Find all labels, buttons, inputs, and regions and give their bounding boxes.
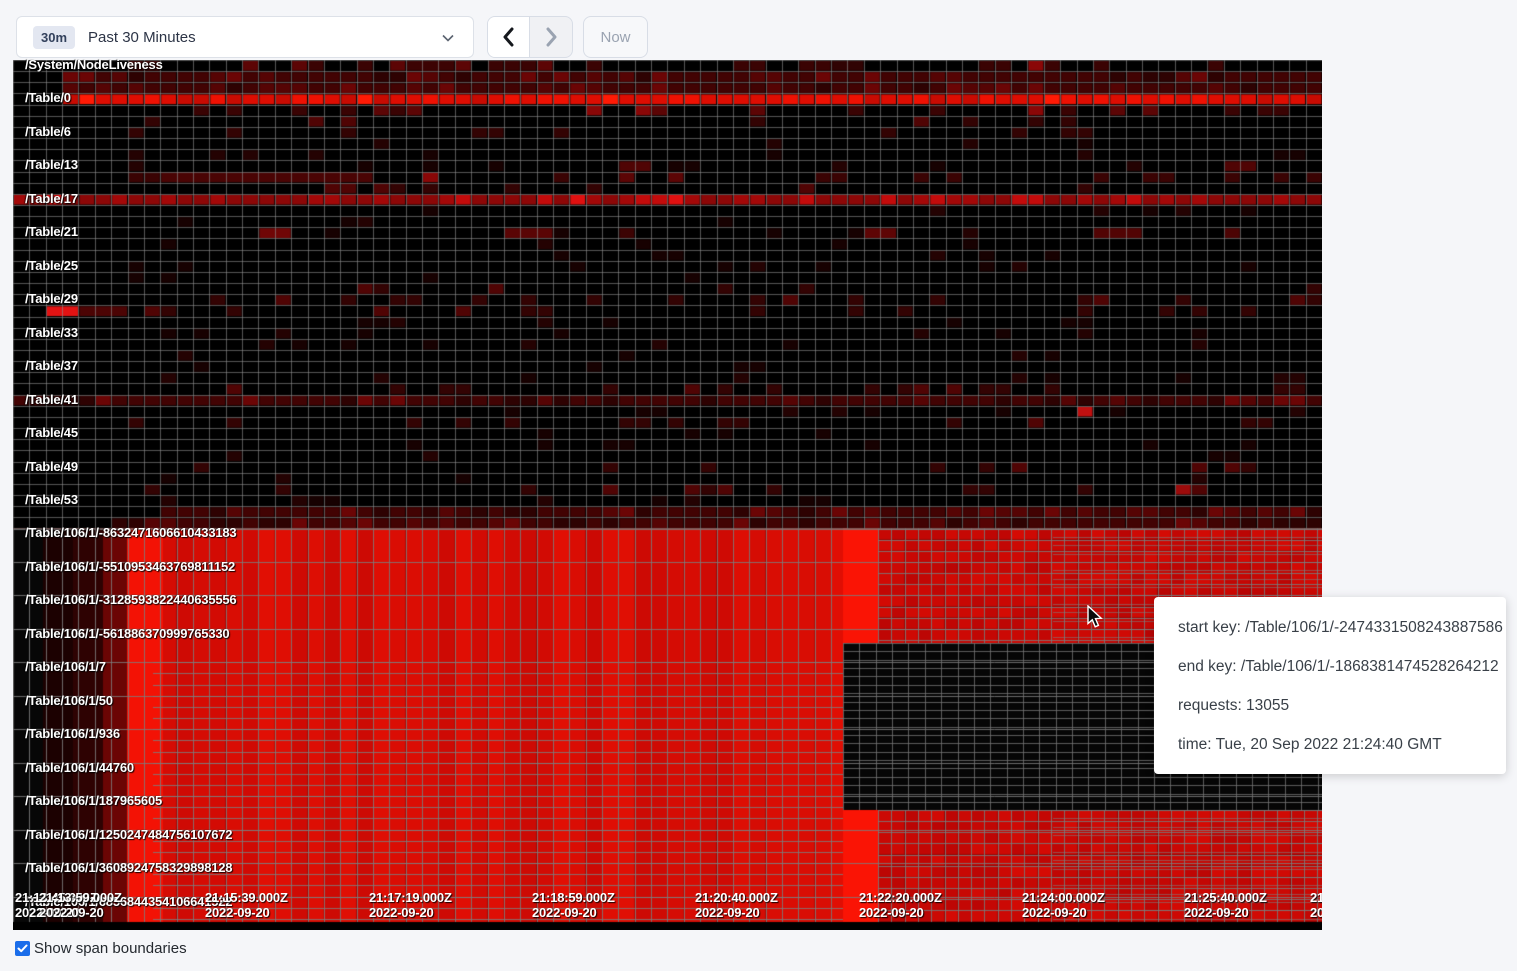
- next-time-button[interactable]: [530, 17, 572, 57]
- time-range-label: Past 30 Minutes: [88, 29, 196, 46]
- prev-time-button[interactable]: [488, 17, 530, 57]
- now-button[interactable]: Now: [583, 16, 648, 58]
- time-range-badge: 30m: [33, 26, 75, 49]
- hover-tooltip: start key: /Table/106/1/-247433150824388…: [1154, 597, 1506, 774]
- key-visualizer-page: 30m Past 30 Minutes Now /System/NodeLive…: [0, 0, 1517, 971]
- chevron-down-icon: [441, 31, 455, 45]
- time-range-dropdown[interactable]: 30m Past 30 Minutes: [16, 16, 474, 58]
- key-visualizer-heatmap[interactable]: /System/NodeLiveness/Table/0/Table/6/Tab…: [13, 60, 1322, 930]
- tooltip-end-key: end key: /Table/106/1/-18683814745282642…: [1178, 658, 1482, 676]
- show-span-boundaries-checkbox[interactable]: [15, 941, 30, 956]
- time-nav-group: [487, 16, 573, 58]
- toolbar: 30m Past 30 Minutes Now: [0, 0, 1517, 60]
- heatmap-canvas[interactable]: [13, 60, 1322, 930]
- tooltip-requests: requests: 13055: [1178, 697, 1482, 715]
- tooltip-start-key: start key: /Table/106/1/-247433150824388…: [1178, 619, 1482, 637]
- tooltip-time: time: Tue, 20 Sep 2022 21:24:40 GMT: [1178, 736, 1482, 754]
- chevron-left-icon: [501, 27, 517, 47]
- show-span-boundaries-label: Show span boundaries: [34, 940, 187, 957]
- show-span-boundaries-toggle[interactable]: Show span boundaries: [15, 940, 187, 957]
- check-icon: [17, 943, 28, 954]
- chevron-right-icon: [543, 27, 559, 47]
